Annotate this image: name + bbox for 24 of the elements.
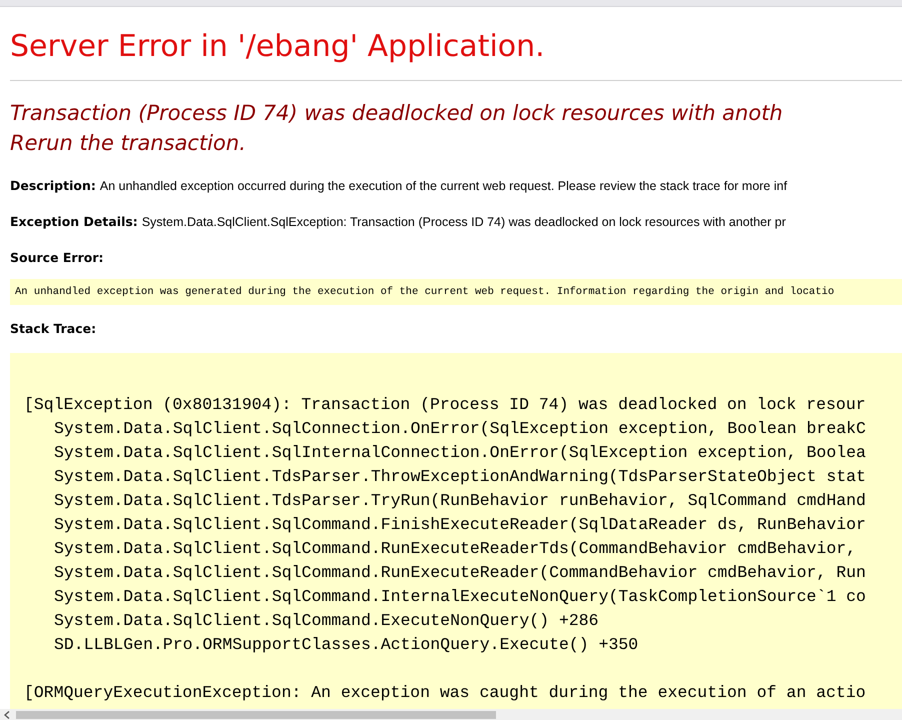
stack-trace-line: System.Data.SqlClient.SqlConnection.OnError(SqlException exception, Boolean breakC xyxy=(53,418,866,440)
stack-trace-line: System.Data.SqlClient.TdsParser.TryRun(RunBehavior runBehavior, SqlCommand cmdHand xyxy=(53,490,866,512)
stack-trace-line: SD.LLBLGen.Pro.ORMSupportClasses.ActionQuery.Execute() +350 xyxy=(53,634,638,656)
horizontal-scrollbar[interactable] xyxy=(0,709,902,720)
stack-trace-line: System.Data.SqlClient.SqlCommand.InternalExecuteNonQuery(TaskCompletionSource`1 co xyxy=(53,586,866,608)
stack-trace-line: System.Data.SqlClient.SqlCommand.RunExecuteReader(CommandBehavior cmdBehavior, Run xyxy=(53,562,866,584)
description-text: An unhandled exception occurred during the execution of the current web request. Please review the stack trace for more inf xyxy=(100,178,788,194)
stack-trace-line: System.Data.SqlClient.SqlCommand.RunExecuteReaderTds(CommandBehavior cmdBehavior, xyxy=(53,538,856,560)
stack-trace-line: System.Data.SqlClient.SqlInternalConnection.OnError(SqlException exception, Boolea xyxy=(53,442,866,464)
source-error-label: Source Error: xyxy=(10,250,104,265)
stack-trace-label: Stack Trace: xyxy=(10,321,96,336)
source-error-text: An unhandled exception was generated during the execution of the current web request. Information regarding the origin and locatio xyxy=(10,279,902,305)
exception-details-text: System.Data.SqlClient.SqlException: Transaction (Process ID 74) was deadlocked on lock resources with another pr xyxy=(142,214,786,230)
page-title: Server Error in '/ebang' Application. xyxy=(10,29,545,65)
stack-trace-line: System.Data.SqlClient.SqlCommand.FinishExecuteReader(SqlDataReader ds, RunBehavior xyxy=(53,514,866,536)
error-message: Transaction (Process ID 74) was deadlocked on lock resources with anoth xyxy=(10,100,783,127)
exception-details-label: Exception Details: xyxy=(10,214,138,230)
stack-trace-line: System.Data.SqlClient.TdsParser.ThrowExceptionAndWarning(TdsParserStateObject stat xyxy=(53,466,866,488)
stack-trace-line: [SqlException (0x80131904): Transaction (Process ID 74) was deadlocked on lock resour xyxy=(24,394,866,416)
description-label: Description: xyxy=(10,178,96,194)
stack-trace-line: [ORMQueryExecutionException: An exception was caught during the execution of an actio xyxy=(24,682,866,704)
error-message: Rerun the transaction. xyxy=(10,130,246,157)
stack-trace-line: System.Data.SqlClient.SqlCommand.ExecuteNonQuery() +286 xyxy=(53,610,599,632)
scrollbar-thumb[interactable] xyxy=(16,710,496,718)
